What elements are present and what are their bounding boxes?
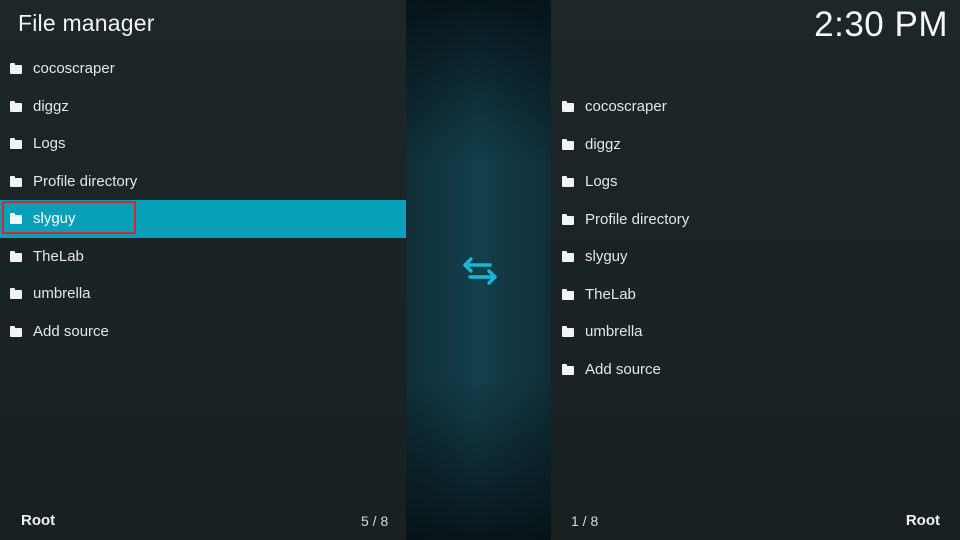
right-list-item-thelab[interactable]: TheLab bbox=[551, 276, 960, 314]
folder-icon bbox=[10, 63, 22, 75]
folder-icon bbox=[10, 325, 22, 337]
folder-icon bbox=[10, 288, 22, 300]
right-list-item-umbrella[interactable]: umbrella bbox=[551, 313, 960, 351]
right-list-item-label: TheLab bbox=[585, 285, 636, 303]
right-list-item-slyguy[interactable]: slyguy bbox=[551, 238, 960, 276]
folder-icon bbox=[562, 101, 574, 113]
folder-icon bbox=[10, 250, 22, 262]
right-list-item-profile-directory[interactable]: Profile directory bbox=[551, 201, 960, 239]
right-list-item-diggz[interactable]: diggz bbox=[551, 126, 960, 164]
left-footer-path: Root bbox=[21, 512, 56, 529]
left-list-item-label: diggz bbox=[33, 97, 69, 115]
right-list-item-label: cocoscraper bbox=[585, 98, 667, 116]
left-list-item-logs[interactable]: Logs bbox=[0, 125, 406, 163]
left-list-item-label: cocoscraper bbox=[33, 60, 115, 78]
right-list-item-add-source[interactable]: Add source bbox=[551, 351, 960, 389]
folder-icon bbox=[562, 326, 574, 338]
left-list-item-label: umbrella bbox=[33, 285, 91, 303]
right-footer-count: 1 / 8 bbox=[571, 513, 599, 529]
right-source-list: cocoscraper diggz Logs Profile directory… bbox=[551, 88, 960, 388]
right-list-item-label: slyguy bbox=[585, 248, 628, 266]
right-list-item-label: Profile directory bbox=[585, 210, 690, 228]
left-list-item-label: Add source bbox=[33, 322, 109, 340]
focus-highlight bbox=[2, 201, 136, 234]
left-list-item-thelab[interactable]: TheLab bbox=[0, 238, 406, 276]
page-title: File manager bbox=[18, 10, 155, 36]
left-source-list: cocoscraper diggz Logs Profile directory… bbox=[0, 50, 406, 350]
left-list-item-label: Logs bbox=[33, 135, 66, 153]
left-footer-count: 5 / 8 bbox=[361, 513, 389, 529]
swap-arrows-icon[interactable] bbox=[462, 255, 498, 287]
right-list-item-label: Add source bbox=[585, 360, 661, 378]
right-list-item-label: diggz bbox=[585, 135, 621, 153]
folder-icon bbox=[562, 288, 574, 300]
folder-icon bbox=[562, 138, 574, 150]
right-footer-path: Root bbox=[905, 512, 940, 529]
folder-icon bbox=[10, 213, 22, 225]
left-list-item-label: Profile directory bbox=[33, 172, 138, 190]
folder-icon bbox=[10, 100, 22, 112]
right-list-item-label: umbrella bbox=[585, 323, 643, 341]
folder-icon bbox=[562, 363, 574, 375]
left-list-item-diggz[interactable]: diggz bbox=[0, 88, 406, 126]
right-list-item-cocoscraper[interactable]: cocoscraper bbox=[551, 88, 960, 126]
folder-icon bbox=[10, 138, 22, 150]
folder-icon bbox=[10, 175, 22, 187]
left-list-item-umbrella[interactable]: umbrella bbox=[0, 275, 406, 313]
folder-icon bbox=[562, 213, 574, 225]
right-list-item-label: Logs bbox=[585, 173, 618, 191]
left-list-item-label: TheLab bbox=[33, 247, 84, 265]
right-list-item-logs[interactable]: Logs bbox=[551, 163, 960, 201]
folder-icon bbox=[562, 176, 574, 188]
clock: 2:30 PM bbox=[814, 5, 948, 44]
left-list-item-profile-directory[interactable]: Profile directory bbox=[0, 163, 406, 201]
left-list-item-add-source[interactable]: Add source bbox=[0, 313, 406, 351]
left-list-item-cocoscraper[interactable]: cocoscraper bbox=[0, 50, 406, 88]
left-list-item-slyguy[interactable]: slyguy bbox=[0, 200, 406, 238]
folder-icon bbox=[562, 251, 574, 263]
